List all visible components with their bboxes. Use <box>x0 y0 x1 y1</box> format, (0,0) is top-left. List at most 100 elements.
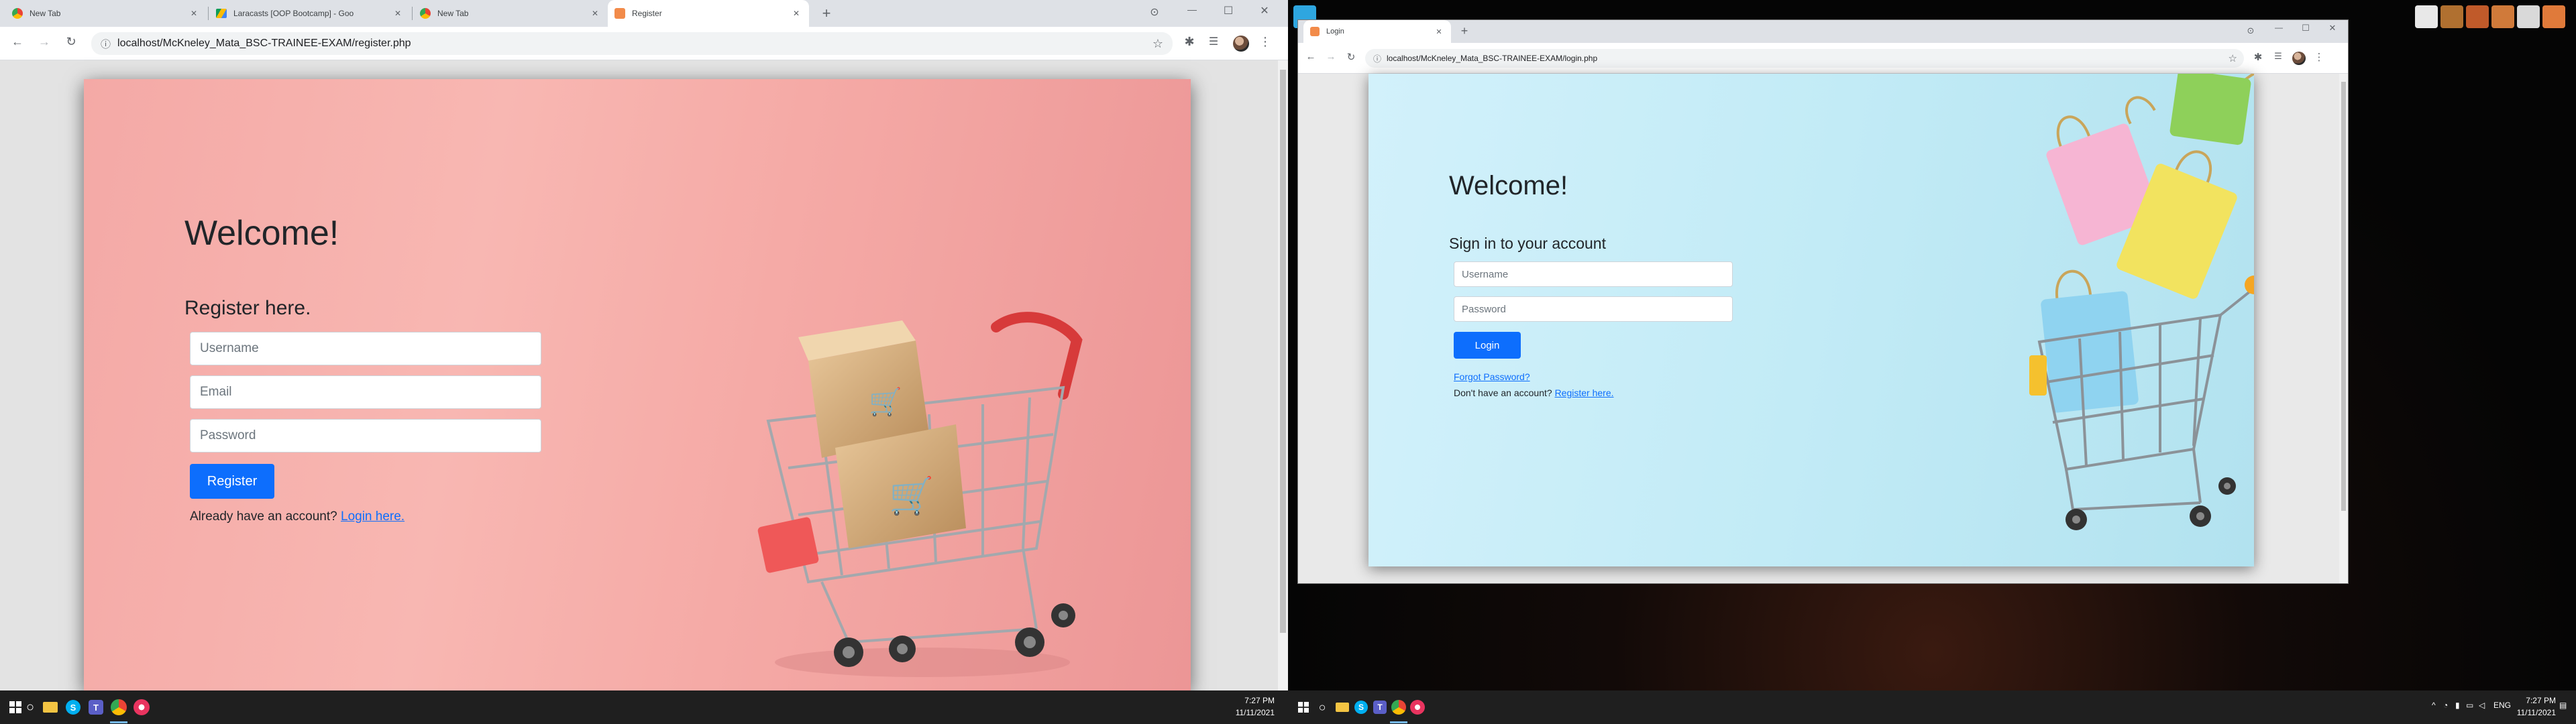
new-tab-button[interactable]: + <box>1456 23 1472 39</box>
close-icon[interactable]: ✕ <box>188 9 200 18</box>
tab-register[interactable]: Register ✕ <box>608 0 809 27</box>
desktop-file-icon[interactable] <box>2415 5 2438 28</box>
tab-login[interactable]: Login ✕ <box>1303 20 1451 43</box>
forward-button[interactable]: → <box>1324 51 1338 66</box>
app-icon[interactable] <box>1406 696 1429 719</box>
browser-toolbar: ← → ↻ ⓘ localhost/McKneley_Mata_BSC-TRAI… <box>1298 43 2348 74</box>
forgot-password-link[interactable]: Forgot Password? <box>1454 371 1530 382</box>
close-icon[interactable]: ✕ <box>790 9 802 18</box>
close-icon[interactable]: ✕ <box>392 9 404 18</box>
time-text: 7:27 PM <box>1244 696 1275 705</box>
login-card: Welcome! Sign in to your account Usernam… <box>1368 74 2254 566</box>
page-title: Welcome! <box>1449 171 1568 200</box>
back-button[interactable]: ← <box>8 35 27 52</box>
tab-title: Register <box>632 9 662 18</box>
new-tab-button[interactable]: + <box>817 4 836 23</box>
tab-laracasts[interactable]: Laracasts [OOP Bootcamp] - Goo ✕ <box>209 0 411 27</box>
password-input[interactable]: Password <box>190 419 541 452</box>
register-button[interactable]: Register <box>190 464 274 499</box>
extensions-icon[interactable]: ✱ <box>2251 51 2265 66</box>
chrome-icon <box>12 8 23 19</box>
reload-button[interactable]: ↻ <box>1344 51 1358 66</box>
tab-new-tab-1[interactable]: New Tab ✕ <box>5 0 207 27</box>
svg-text:🛒: 🛒 <box>889 475 934 517</box>
site-info-icon[interactable]: ⓘ <box>101 37 111 51</box>
menu-icon[interactable]: ⋮ <box>2312 51 2326 66</box>
battery-icon[interactable]: ▭ <box>2466 701 2473 710</box>
language-indicator[interactable]: ENG <box>2493 701 2511 710</box>
xampp-icon <box>1310 27 1320 36</box>
close-icon[interactable]: ✕ <box>1434 27 1444 36</box>
close-icon[interactable]: ✕ <box>589 9 601 18</box>
maximize-icon[interactable]: ☐ <box>2298 23 2314 39</box>
profile-avatar[interactable] <box>2292 52 2306 65</box>
reading-list-icon[interactable]: ☰ <box>1205 35 1222 52</box>
shopping-bags-illustration <box>2029 74 2254 530</box>
tray-chevron-icon[interactable]: ^ <box>2432 701 2436 710</box>
tab-search-icon[interactable]: ⊙ <box>1146 5 1163 23</box>
search-icon[interactable]: ○ <box>1311 696 1334 719</box>
login-button[interactable]: Login <box>1454 332 1521 359</box>
search-icon[interactable]: ○ <box>19 696 42 719</box>
taskbar-left: ○ S T 7:27 PM 11/11/2021 <box>0 690 1288 724</box>
profile-avatar[interactable] <box>1233 36 1249 52</box>
microphone-icon[interactable]: ▮ <box>2455 701 2460 710</box>
have-account-line: Already have an account? Login here. <box>190 509 405 524</box>
minimize-icon[interactable]: — <box>2271 23 2287 39</box>
scrollbar-thumb[interactable] <box>1280 70 1286 633</box>
scrollbar-thumb[interactable] <box>2341 82 2346 511</box>
login-link[interactable]: Login here. <box>341 509 405 524</box>
maximize-icon[interactable]: ☐ <box>1218 4 1238 23</box>
skype-icon[interactable]: S <box>62 696 85 719</box>
desktop-file-icon[interactable] <box>2466 5 2489 28</box>
left-monitor: New Tab ✕ Laracasts [OOP Bootcamp] - Goo… <box>0 0 1288 724</box>
desktop-file-icon[interactable] <box>2542 5 2565 28</box>
notifications-icon[interactable]: ▤ <box>2559 701 2567 710</box>
network-icon[interactable]: ◔ <box>2443 701 2448 710</box>
reload-button[interactable]: ↻ <box>62 35 80 52</box>
tab-title: New Tab <box>437 9 469 18</box>
clock-left[interactable]: 7:27 PM 11/11/2021 <box>1236 695 1275 719</box>
svg-text:🛒: 🛒 <box>869 386 902 418</box>
address-bar[interactable]: ⓘ localhost/McKneley_Mata_BSC-TRAINEE-EX… <box>1365 49 2244 68</box>
tab-strip: Login ✕ + ⊙ — ☐ ✕ <box>1298 20 2348 43</box>
bookmark-star-icon[interactable]: ☆ <box>1152 37 1163 51</box>
desktop-file-icon[interactable] <box>2440 5 2463 28</box>
minimize-icon[interactable]: — <box>1182 4 1202 23</box>
username-input[interactable]: Username <box>190 332 541 365</box>
file-explorer-icon[interactable] <box>39 696 62 719</box>
menu-icon[interactable]: ⋮ <box>1257 35 1273 52</box>
register-page-viewport: Welcome! Register here. Username Email P… <box>0 60 1278 690</box>
page-scrollbar[interactable] <box>2339 74 2348 583</box>
site-info-icon[interactable]: ⓘ <box>1373 53 1381 64</box>
tab-new-tab-2[interactable]: New Tab ✕ <box>413 0 608 27</box>
close-window-icon[interactable]: ✕ <box>1254 4 1275 23</box>
address-bar[interactable]: ⓘ localhost/McKneley_Mata_BSC-TRAINEE-EX… <box>91 32 1173 55</box>
extensions-icon[interactable]: ✱ <box>1181 35 1198 52</box>
tab-separator <box>412 7 413 20</box>
reading-list-icon[interactable]: ☰ <box>2271 51 2286 66</box>
tab-search-icon[interactable]: ⊙ <box>2244 25 2257 39</box>
tab-title: Login <box>1326 27 1344 36</box>
volume-icon[interactable]: ◁ <box>2479 701 2485 710</box>
username-input[interactable]: Username <box>1454 261 1733 287</box>
clock-right[interactable]: 7:27 PM 11/11/2021 <box>2517 695 2556 719</box>
page-scrollbar[interactable] <box>1278 60 1288 690</box>
desktop-file-icon[interactable] <box>2517 5 2540 28</box>
desktop-file-icon[interactable] <box>2491 5 2514 28</box>
login-browser-window: Login ✕ + ⊙ — ☐ ✕ ← → ↻ ⓘ localhost/McKn… <box>1298 20 2348 583</box>
register-link[interactable]: Register here. <box>1555 387 1614 398</box>
back-button[interactable]: ← <box>1303 51 1318 66</box>
no-account-text: Don't have an account? <box>1454 387 1552 398</box>
teams-icon[interactable]: T <box>85 696 107 719</box>
register-card: Welcome! Register here. Username Email P… <box>84 79 1191 690</box>
bookmark-star-icon[interactable]: ☆ <box>2229 52 2237 64</box>
close-window-icon[interactable]: ✕ <box>2324 23 2341 39</box>
login-page-viewport: Welcome! Sign in to your account Usernam… <box>1298 74 2339 583</box>
forward-button[interactable]: → <box>35 35 54 52</box>
tab-strip: New Tab ✕ Laracasts [OOP Bootcamp] - Goo… <box>0 0 1288 27</box>
email-input[interactable]: Email <box>190 375 541 409</box>
chrome-taskbar-icon[interactable] <box>107 696 130 723</box>
app-icon[interactable] <box>130 696 153 719</box>
password-input[interactable]: Password <box>1454 296 1733 322</box>
